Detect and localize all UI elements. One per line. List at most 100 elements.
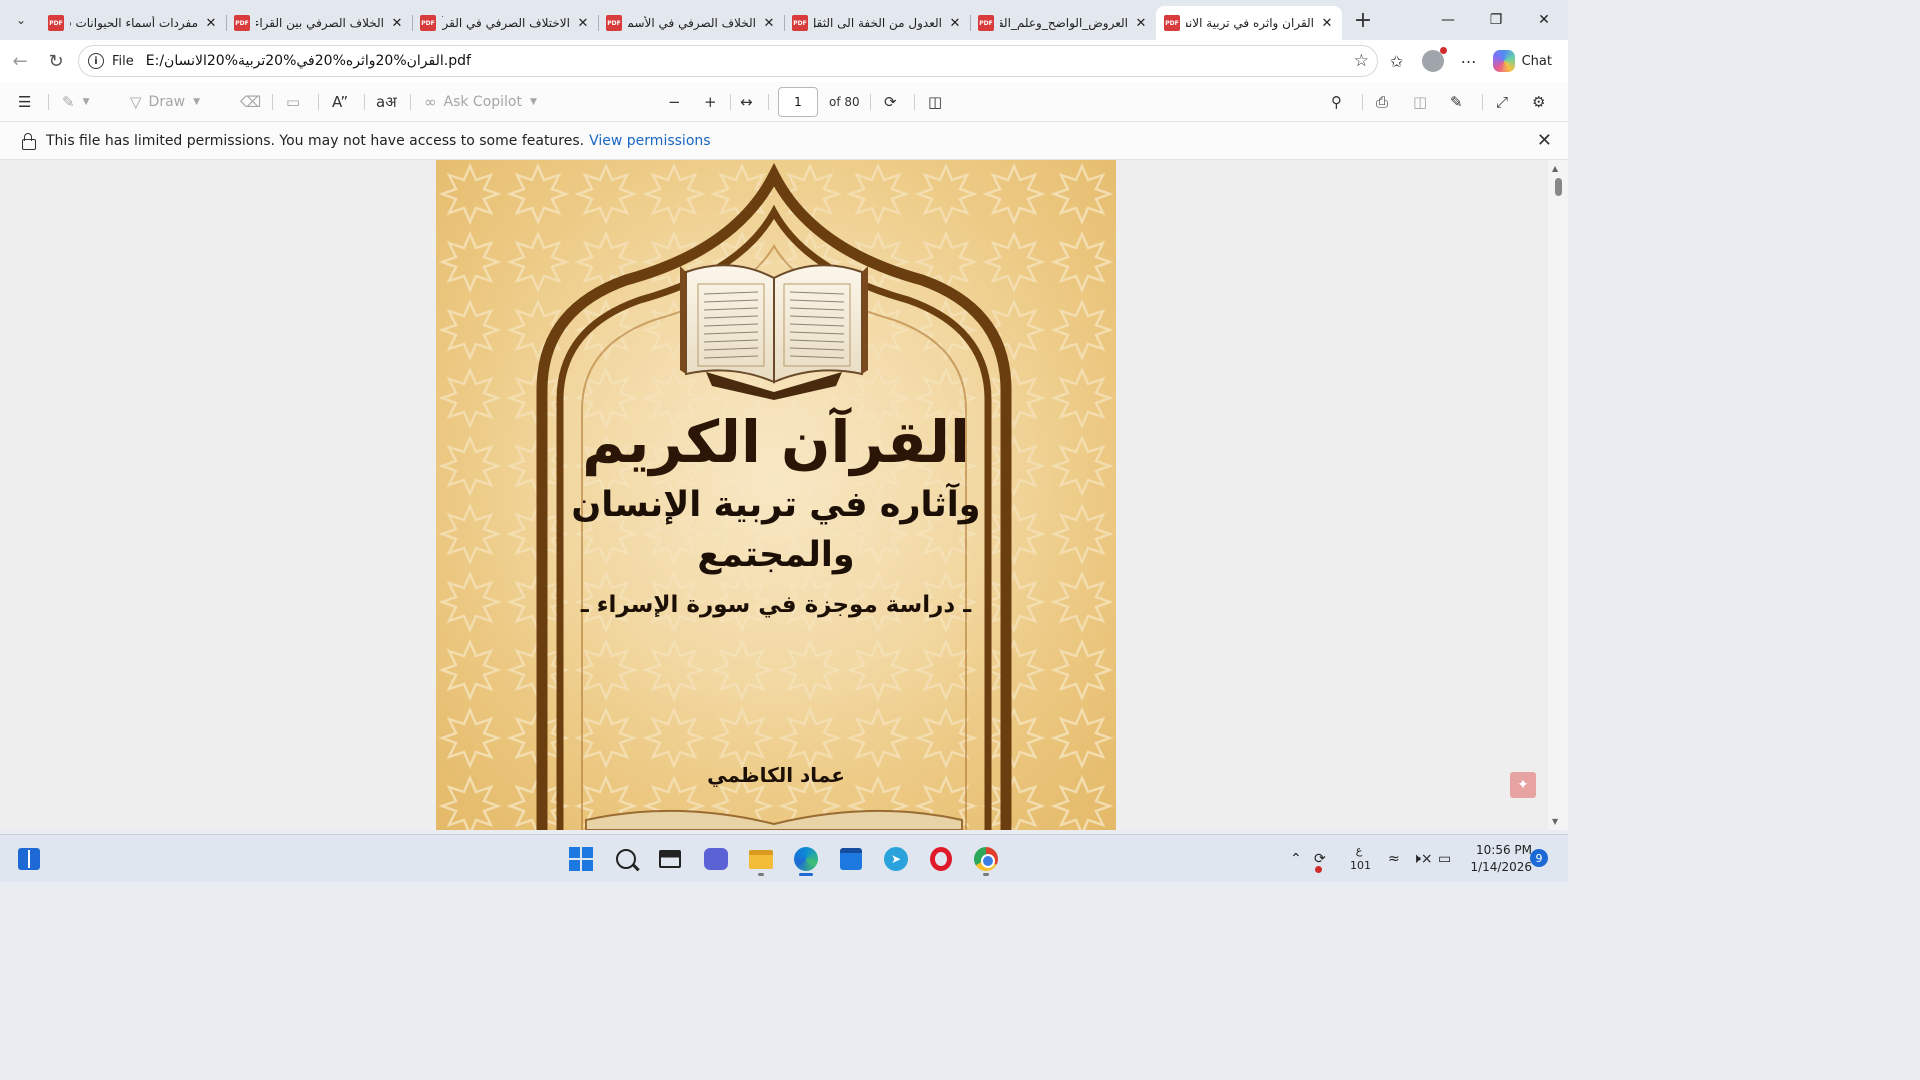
browser-tab[interactable]: PDF العدول من الخفة الى الثقل ✕ (784, 6, 970, 40)
cover-title: القرآن الكريم (582, 408, 970, 476)
profile-button[interactable] (1415, 43, 1451, 79)
pdf-file-icon: PDF (1164, 15, 1180, 31)
view-permissions-link[interactable]: View permissions (589, 133, 710, 149)
ask-copilot-button[interactable]: ∞ Ask Copilot ▼ (424, 82, 537, 122)
browser-tab[interactable]: PDF الخلاف الصرفي بين القراء ✕ (226, 6, 412, 40)
acrobat-icon[interactable]: ✦ (1510, 772, 1536, 798)
notification-badge[interactable]: 9 (1530, 849, 1548, 867)
favorites-button[interactable]: ✩ (1379, 43, 1415, 79)
save-as-button[interactable]: ✎ (1450, 82, 1463, 122)
add-text-button[interactable]: ▭ (286, 82, 300, 122)
wifi-status[interactable]: ≈ (1388, 835, 1400, 883)
close-tab-icon[interactable]: ✕ (762, 16, 776, 31)
permissions-infobar: This file has limited permissions. You m… (0, 122, 1568, 160)
close-window-button[interactable]: ✕ (1520, 0, 1568, 40)
restore-button[interactable]: ❐ (1472, 0, 1520, 40)
start-button[interactable] (565, 843, 597, 875)
page-total: of 80 (829, 95, 860, 109)
edge-app[interactable] (790, 843, 822, 876)
pdf-file-icon: PDF (420, 15, 436, 31)
browser-tab[interactable]: PDF الخلاف الصرفي في الأسماء ✕ (598, 6, 784, 40)
site-info-icon[interactable]: i (88, 53, 104, 69)
scrollbar-thumb[interactable] (1555, 178, 1562, 196)
battery-status[interactable]: ▭ (1438, 835, 1451, 883)
running-indicator (799, 873, 813, 876)
read-aloud-icon: A” (332, 93, 349, 111)
scroll-down-icon[interactable]: ▼ (1552, 817, 1558, 826)
zoom-in-button[interactable]: + (704, 82, 717, 122)
chrome-app[interactable] (970, 843, 1002, 876)
store-app[interactable] (835, 843, 867, 875)
close-tab-icon[interactable]: ✕ (1134, 16, 1148, 31)
taskbar: ➤ ⌃ ⟳ ع 101 ≈ 🕨× ▭ 10:56 PM 1/14/2026 9 (0, 834, 1568, 882)
new-tab-button[interactable]: + (1348, 5, 1378, 35)
close-tab-icon[interactable]: ✕ (576, 16, 590, 31)
erase-button[interactable]: ⌫ (240, 82, 261, 122)
close-tab-icon[interactable]: ✕ (390, 16, 404, 31)
volume-status[interactable]: 🕨× (1412, 835, 1433, 883)
copilot-chat-button[interactable]: Chat (1487, 46, 1562, 76)
opera-app[interactable] (925, 843, 957, 875)
widgets-icon[interactable] (18, 848, 40, 870)
browser-tab-active[interactable]: PDF القران واثره في تربية الانسان ✕ (1156, 6, 1342, 40)
back-button[interactable]: ← (4, 45, 36, 77)
search-icon: ⚲ (1331, 93, 1342, 111)
full-screen-button[interactable]: ⤢ (1496, 82, 1508, 122)
contents-button[interactable]: ☰ (18, 82, 31, 122)
star-icon[interactable]: ☆ (1354, 51, 1369, 71)
browser-tab[interactable]: PDF العروض_الواضح_وعلم_القافية ✕ (970, 6, 1156, 40)
more-menu-button[interactable]: ⋯ (1451, 43, 1487, 79)
translate-button[interactable]: aअ (376, 82, 397, 122)
rotate-button[interactable]: ⟳ (884, 82, 897, 122)
page-number-input[interactable] (778, 87, 818, 117)
toolbar-divider (318, 94, 319, 110)
toolbar-divider (768, 94, 769, 110)
pdf-file-icon: PDF (978, 15, 994, 31)
teams-app[interactable] (700, 843, 732, 875)
sync-status[interactable]: ⟳ (1314, 835, 1326, 883)
scroll-up-icon[interactable]: ▲ (1552, 164, 1558, 173)
close-tab-icon[interactable]: ✕ (1320, 16, 1334, 31)
toolbar-divider (364, 94, 365, 110)
browser-tab[interactable]: PDF مفردات أسماء الحيوانات في ✕ (40, 6, 226, 40)
zoom-out-button[interactable]: − (668, 82, 681, 122)
task-view-button[interactable] (654, 843, 686, 875)
running-indicator (758, 873, 764, 876)
telegram-app[interactable]: ➤ (880, 843, 912, 875)
read-aloud-button[interactable]: A” (332, 82, 348, 122)
arrow-left-icon: ← (12, 50, 28, 72)
draw-button[interactable]: ▽ Draw ▼ (130, 82, 200, 122)
find-button[interactable]: ⚲ (1331, 82, 1342, 122)
search-button[interactable] (610, 843, 642, 875)
scheme-label: File (112, 53, 134, 69)
tab-actions-menu-button[interactable]: ⌄ (6, 5, 36, 35)
file-explorer-app[interactable] (745, 843, 777, 876)
vertical-scrollbar[interactable]: ▲ ▼ (1548, 160, 1568, 830)
tab-list: PDF مفردات أسماء الحيوانات في ✕ PDF الخل… (40, 0, 1342, 40)
close-icon[interactable]: ✕ (1537, 130, 1552, 151)
more-dots-icon: ⋯ (1460, 51, 1477, 71)
fit-to-width-button[interactable]: ↔ (740, 82, 753, 122)
show-hidden-icons-button[interactable]: ⌃ (1290, 835, 1302, 883)
pdf-viewer[interactable]: القرآن الكريم وآثاره في تربية الإنسان وا… (0, 160, 1568, 830)
browser-tab[interactable]: PDF الاختلاف الصرفي في القرآن ✕ (412, 6, 598, 40)
toolbar-divider (730, 94, 731, 110)
url-text[interactable]: E:/القران%20واثره%20في%20تربية%20الانسان… (146, 53, 471, 69)
print-button[interactable]: ⎙ (1376, 82, 1388, 122)
expand-icon: ⤢ (1496, 93, 1509, 111)
minimize-button[interactable]: — (1424, 0, 1472, 40)
cover-subtitle: والمجتمع (697, 535, 855, 575)
input-language-indicator[interactable]: ع 101 (1350, 843, 1371, 873)
toolbar-divider (1362, 94, 1363, 110)
settings-button[interactable]: ⚙ (1532, 82, 1545, 122)
store-icon (840, 848, 862, 870)
page-view-button[interactable]: ◫ (928, 82, 942, 122)
chevron-down-icon: ▼ (530, 97, 537, 107)
save-button[interactable]: ◫ (1413, 82, 1427, 122)
address-bar[interactable]: i File E:/القران%20واثره%20في%20تربية%20… (78, 45, 1378, 77)
system-clock[interactable]: 10:56 PM 1/14/2026 (1466, 842, 1532, 876)
refresh-button[interactable]: ↻ (40, 45, 72, 77)
close-tab-icon[interactable]: ✕ (948, 16, 962, 31)
highlight-button[interactable]: ✎ ▼ (62, 82, 90, 122)
close-tab-icon[interactable]: ✕ (204, 16, 218, 31)
